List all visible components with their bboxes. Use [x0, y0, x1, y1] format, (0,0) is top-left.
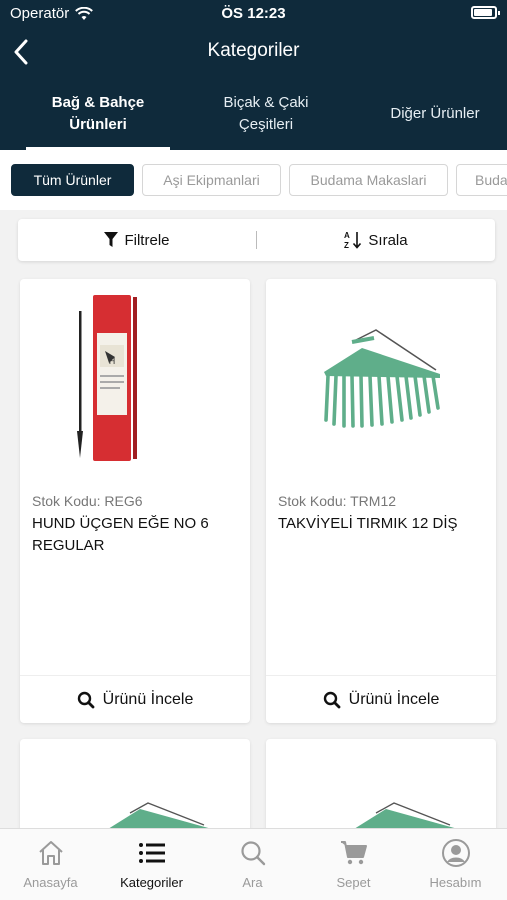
filter-button[interactable]: Filtrele — [18, 232, 256, 249]
search-icon — [240, 841, 265, 866]
tab-label: Diğer Ürünler — [390, 105, 480, 122]
app-header: Operatör ÖS 12:23 Kategoriler Bağ & Bahç… — [0, 0, 507, 150]
chip-tum-urunler[interactable]: Tüm Ürünler — [11, 164, 134, 196]
filter-label: Filtrele — [124, 231, 170, 249]
product-image-file[interactable]: H — [20, 279, 250, 487]
rake-product-illustration — [324, 329, 440, 428]
svg-text:H: H — [109, 356, 116, 366]
tab-label: Ürünleri — [69, 116, 127, 133]
battery-icon — [471, 6, 500, 19]
stock-code: Stok Kodu: TRM12 — [278, 493, 397, 509]
nav-item-anasayfa[interactable]: Anasayfa — [0, 829, 101, 900]
sort-label: Sırala — [368, 231, 408, 249]
svg-text:Z: Z — [344, 241, 349, 250]
account-icon — [441, 839, 470, 867]
product-name: HUND ÜÇGEN EĞE NO 6 REGULAR — [32, 515, 209, 554]
product-card[interactable]: Stok Kodu: TRM12 TAKVİYELİ TIRMIK 12 DİŞ… — [266, 279, 496, 723]
inspect-product-button[interactable]: Ürünü İncele — [20, 675, 250, 723]
product-image-rake[interactable] — [266, 279, 496, 487]
status-time: ÖS 12:23 — [221, 5, 286, 22]
subcategory-chips: Tüm Ürünler Aşi Ekipmanlari Budama Makas… — [0, 150, 507, 210]
nav-item-ara[interactable]: Ara — [202, 829, 303, 900]
bottom-navigation: Anasayfa Kategoriler Ara Sepet Hesabım — [0, 828, 507, 900]
filter-sort-bar: Filtrele A Z Sırala — [18, 219, 495, 261]
search-icon — [77, 691, 95, 708]
chip-buda[interactable]: Buda — [456, 164, 507, 196]
product-card[interactable]: H Stok Kodu: REG6 HUND ÜÇGEN EĞE NO 6 RE… — [20, 279, 250, 723]
tab-label: Biçak & Çaki — [223, 94, 309, 111]
nav-label: Sepet — [336, 875, 371, 890]
tab-label: Çeşitleri — [238, 116, 294, 133]
nav-label: Kategoriler — [120, 875, 183, 890]
chip-asi-ekipmanlari[interactable]: Aşi Ekipmanlari — [142, 164, 281, 196]
inspect-product-button[interactable]: Ürünü İncele — [266, 675, 496, 723]
category-tabs: Bağ & Bahçe Ürünleri Biçak & Çaki Çeşitl… — [0, 84, 507, 150]
sort-button[interactable]: A Z Sırala — [257, 230, 495, 250]
stock-code: Stok Kodu: REG6 — [32, 493, 143, 509]
tab-diger-urunler[interactable]: Diğer Ürünler — [370, 103, 500, 125]
tab-bicak-caki[interactable]: Biçak & Çaki Çeşitleri — [192, 92, 340, 136]
chip-budama-makaslari[interactable]: Budama Makaslari — [289, 164, 448, 196]
nav-item-kategoriler[interactable]: Kategoriler — [101, 829, 202, 900]
svg-text:A: A — [344, 231, 350, 240]
nav-label: Ara — [242, 875, 263, 890]
inspect-label: Ürünü İncele — [348, 690, 440, 708]
nav-item-hesabim[interactable]: Hesabım — [405, 829, 506, 900]
inspect-label: Ürünü İncele — [102, 690, 194, 708]
filter-funnel-icon — [104, 232, 119, 247]
nav-label: Hesabım — [429, 875, 482, 890]
status-bar: Operatör ÖS 12:23 — [0, 0, 507, 28]
home-icon — [38, 841, 63, 865]
product-name: TAKVİYELİ TIRMIK 12 DİŞ — [278, 515, 458, 532]
nav-label: Anasayfa — [23, 875, 78, 890]
search-icon — [323, 691, 341, 708]
cart-icon — [340, 841, 367, 865]
tab-label: Bağ & Bahçe — [51, 94, 145, 111]
sort-alpha-icon: A Z — [344, 231, 362, 250]
nav-item-sepet[interactable]: Sepet — [303, 829, 404, 900]
page-title: Kategoriler — [207, 40, 300, 61]
list-icon — [138, 843, 165, 863]
file-product-illustration: H — [77, 295, 137, 461]
tab-bag-bahce[interactable]: Bağ & Bahçe Ürünleri — [26, 92, 170, 136]
